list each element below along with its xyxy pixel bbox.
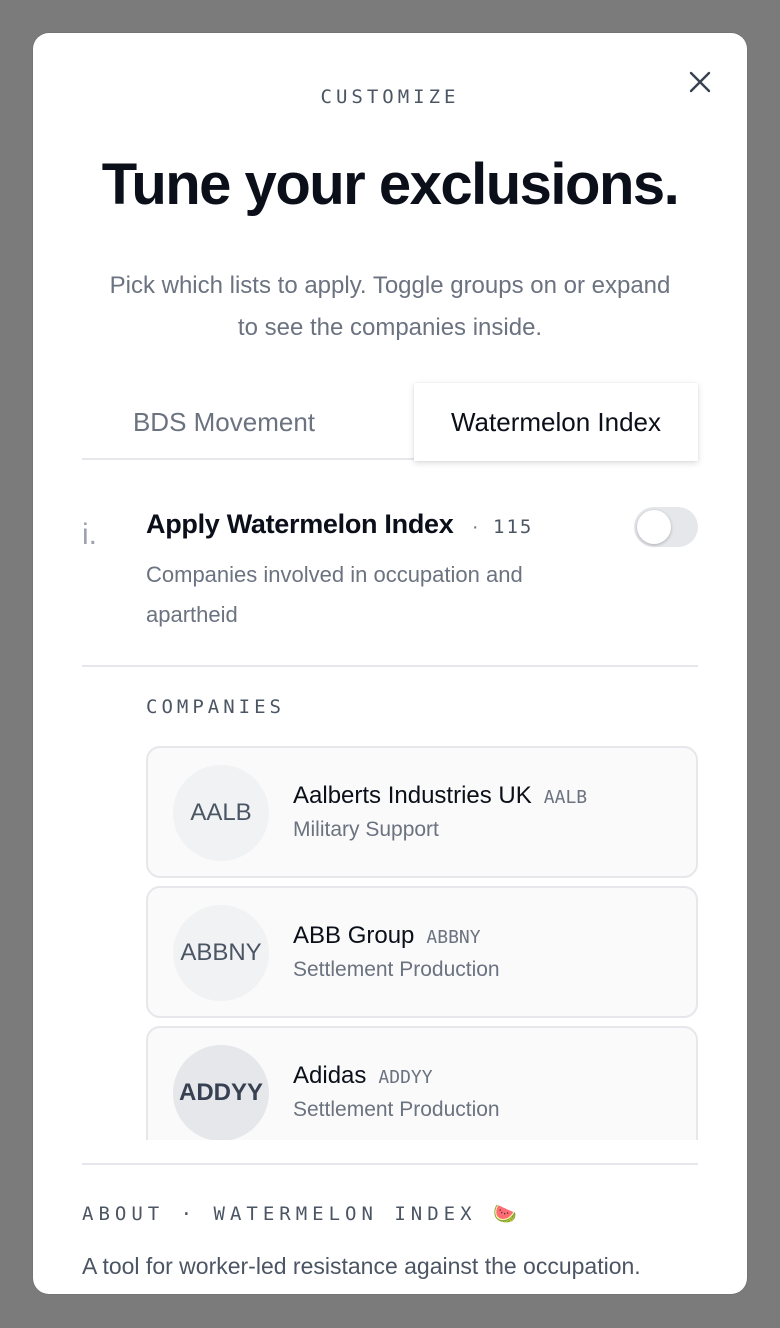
company-name: ABB Group — [293, 922, 415, 949]
tab-watermelon-index[interactable]: Watermelon Index — [414, 383, 698, 461]
group-separator: · — [471, 516, 479, 538]
company-name-row: Aalberts Industries UK AALB — [293, 782, 587, 810]
company-ticker: ABBNY — [426, 927, 481, 948]
customize-modal: CUSTOMIZE Tune your exclusions. Pick whi… — [33, 33, 747, 1294]
divider — [82, 1163, 698, 1165]
group-header: Apply Watermelon Index · 115 — [146, 509, 698, 540]
company-name: Aalberts Industries UK — [293, 782, 532, 809]
group-description: Companies involved in occupation and apa… — [146, 562, 523, 627]
about-label: ABOUT · WATERMELON INDEX 🍉 — [82, 1202, 522, 1225]
about-text: A tool for worker-led resistance against… — [82, 1253, 641, 1279]
group-marker: i. — [82, 518, 97, 551]
company-card[interactable]: AALB Aalberts Industries UK AALB Military… — [146, 746, 698, 878]
modal-title: Tune your exclusions. — [101, 152, 680, 217]
divider — [82, 665, 698, 667]
toggle-knob — [637, 510, 671, 544]
company-name-row: ABB Group ABBNY — [293, 922, 481, 950]
watermelon-icon: 🍉 — [493, 1203, 522, 1225]
company-category: Settlement Production — [293, 958, 500, 981]
company-card[interactable]: ADDYY Adidas ADDYY Settlement Production — [146, 1026, 698, 1140]
group-title: Apply Watermelon Index — [146, 509, 454, 539]
company-list[interactable]: AALB Aalberts Industries UK AALB Military… — [146, 746, 698, 1140]
company-ticker: AALB — [543, 787, 588, 808]
company-name-row: Adidas ADDYY — [293, 1062, 433, 1090]
apply-group-toggle[interactable] — [634, 507, 698, 547]
company-avatar: ABBNY — [173, 905, 269, 1001]
list-tabs: BDS Movement Watermelon Index — [82, 383, 698, 461]
about-label-text: ABOUT · WATERMELON INDEX — [82, 1203, 477, 1225]
company-name: Adidas — [293, 1062, 367, 1089]
group-count: 115 — [493, 516, 534, 538]
company-avatar: AALB — [173, 765, 269, 861]
company-category: Military Support — [293, 818, 439, 841]
tab-bds-movement[interactable]: BDS Movement — [82, 383, 366, 461]
company-ticker: ADDYY — [378, 1067, 433, 1088]
company-category: Settlement Production — [293, 1098, 500, 1121]
company-card[interactable]: ABBNY ABB Group ABBNY Settlement Producti… — [146, 886, 698, 1018]
modal-eyebrow: CUSTOMIZE — [320, 86, 460, 108]
companies-label: COMPANIES — [146, 696, 285, 718]
modal-subtitle: Pick which lists to apply. Toggle groups… — [109, 272, 671, 341]
company-avatar: ADDYY — [173, 1045, 269, 1140]
